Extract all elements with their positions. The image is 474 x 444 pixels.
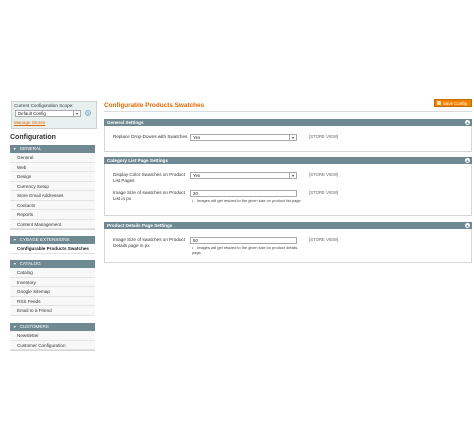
fieldset-general-settings-header[interactable]: General Settings ▴ xyxy=(104,119,472,126)
field-label-details-image-size: Image Size of swatches on Product Detail… xyxy=(113,237,186,248)
list-image-size-input[interactable]: 20 xyxy=(190,190,297,197)
collapse-icon[interactable]: ▴ xyxy=(465,120,470,125)
scope-label: Current Configuration Scope: xyxy=(14,103,74,108)
triangle-down-icon: ▼ xyxy=(13,147,17,151)
chevron-down-icon: ▾ xyxy=(289,135,296,140)
chevron-down-icon: ▾ xyxy=(289,173,296,178)
scope-tag: [STORE VIEW] xyxy=(309,237,339,242)
title-divider xyxy=(104,111,472,112)
nav-item-customer-configuration[interactable]: Customer Configuration xyxy=(10,340,95,350)
field-label-list-image-size: Image Size of swatches on Product List i… xyxy=(113,190,186,201)
configuration-title: Configuration xyxy=(10,134,56,141)
collapse-icon[interactable]: ▴ xyxy=(465,223,470,228)
scope-tag: [STORE VIEW] xyxy=(309,134,339,139)
nav-section-general[interactable]: ▼ GENERAL xyxy=(10,145,95,153)
field-label-replace-dropdowns: Replace Drop-Downs with Swatches xyxy=(113,134,188,139)
page-title: Configurable Products Swatches xyxy=(104,102,205,109)
triangle-down-icon: ▼ xyxy=(13,238,17,242)
nav-item-general[interactable]: General xyxy=(10,153,95,163)
select-value: Yes xyxy=(193,173,201,178)
help-icon[interactable]: ? xyxy=(85,110,91,116)
manage-stores-link[interactable]: Manage Stores xyxy=(14,120,45,125)
scope-select-value: Default Config xyxy=(18,111,46,116)
field-hint: • Images will get resized to the given si… xyxy=(192,198,302,203)
nav-item-store-email-addresses[interactable]: Store Email Addresses xyxy=(10,191,95,201)
save-config-button[interactable]: Save Config xyxy=(434,99,472,107)
scope-tag: [STORE VIEW] xyxy=(309,172,339,177)
nav-section-customers[interactable]: ▼ CUSTOMERS xyxy=(10,323,95,331)
triangle-down-icon: ▼ xyxy=(13,262,17,266)
nav-section-cybage-extensions[interactable]: ▼ CYBAGE EXTENSIONS xyxy=(10,236,95,244)
display-color-swatches-select[interactable]: Yes ▾ xyxy=(190,172,297,179)
nav-item-reports[interactable]: Reports xyxy=(10,210,95,220)
nav-item-catalog[interactable]: Catalog xyxy=(10,268,95,278)
nav-item-rss-feeds[interactable]: RSS Feeds xyxy=(10,296,95,306)
nav-item-email-to-a-friend[interactable]: Email to a Friend xyxy=(10,306,95,316)
chevron-down-icon: ▾ xyxy=(73,111,80,116)
nav-item-web[interactable]: Web xyxy=(10,162,95,172)
fieldset-product-details-header[interactable]: Product Details Page Settings ▴ xyxy=(104,222,472,229)
nav-item-design[interactable]: Design xyxy=(10,172,95,182)
select-value: Yes xyxy=(193,135,201,140)
nav-item-inventory[interactable]: Inventory xyxy=(10,277,95,287)
triangle-down-icon: ▼ xyxy=(13,325,17,329)
nav-item-content-management[interactable]: Content Management xyxy=(10,219,95,229)
nav-item-currency-setup[interactable]: Currency Setup xyxy=(10,181,95,191)
replace-dropdowns-select[interactable]: Yes ▾ xyxy=(190,134,297,141)
nav-item-newsletter[interactable]: Newsletter xyxy=(10,331,95,341)
scope-tag: [STORE VIEW] xyxy=(309,190,339,195)
details-image-size-input[interactable]: 50 xyxy=(190,237,297,244)
fieldset-category-list-header[interactable]: Category List Page Settings ▴ xyxy=(104,157,472,164)
scope-select[interactable]: Default Config ▾ xyxy=(15,110,81,117)
save-icon xyxy=(437,101,441,105)
nav-item-google-sitemap[interactable]: Google Sitemap xyxy=(10,287,95,297)
field-label-display-color-swatches: Display Color Swatches on Product List P… xyxy=(113,172,186,183)
field-hint: • Images will get resized to the given si… xyxy=(192,245,298,255)
nav-item-configurable-products-swatches[interactable]: Configurable Products Swatches xyxy=(10,244,95,254)
nav-item-contacts[interactable]: Contacts xyxy=(10,200,95,210)
nav-section-catalog[interactable]: ▼ CATALOG xyxy=(10,260,95,268)
collapse-icon[interactable]: ▴ xyxy=(465,158,470,163)
